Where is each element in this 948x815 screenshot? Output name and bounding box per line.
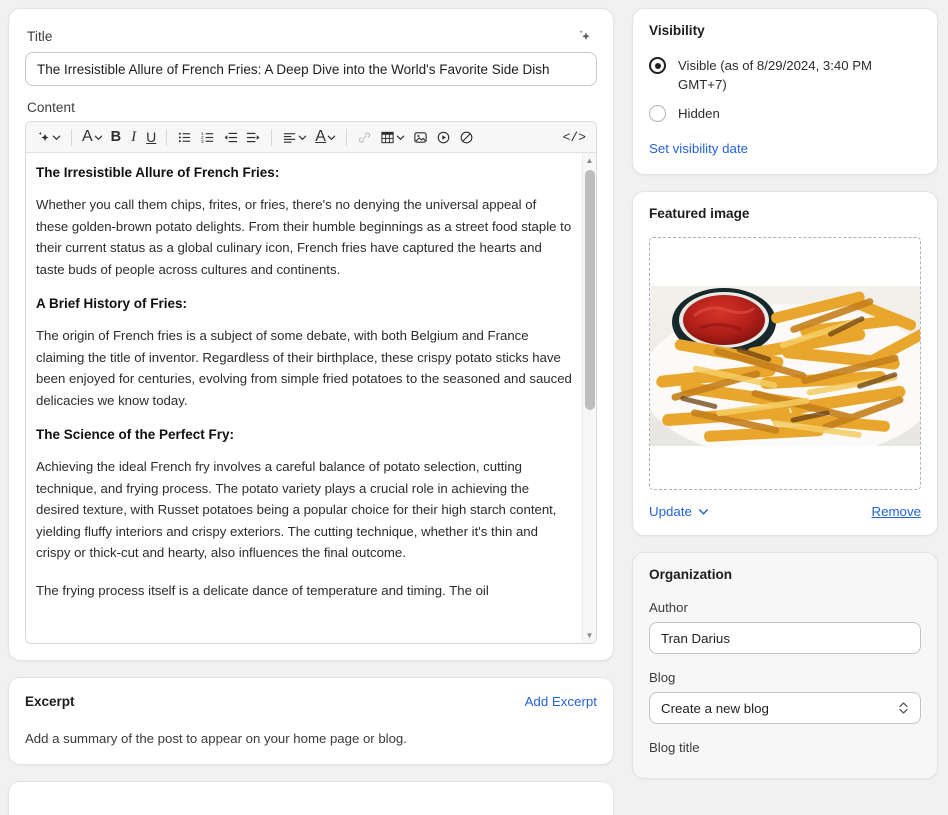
organization-title: Organization — [649, 567, 733, 582]
featured-image-actions: Update Remove — [649, 504, 921, 519]
editor-card: Title Content — [8, 8, 614, 661]
visibility-panel: Visibility Visible (as of 8/29/2024, 3:4… — [632, 8, 938, 175]
visibility-option-hidden[interactable]: Hidden — [649, 104, 921, 123]
source-code-button[interactable]: </> — [559, 125, 590, 149]
clear-format-icon[interactable] — [455, 125, 478, 149]
image-icon[interactable] — [409, 125, 432, 149]
author-label: Author — [649, 600, 688, 615]
content-paragraph: The origin of French fries is a subject … — [36, 328, 572, 408]
chevron-down-icon — [698, 509, 708, 515]
content-heading: The Science of the Perfect Fry: — [36, 427, 235, 442]
stepper-icon — [898, 700, 909, 716]
underline-label: U — [146, 129, 157, 145]
toolbar-separator — [166, 128, 168, 146]
table-icon[interactable] — [376, 125, 409, 149]
toolbar-separator — [71, 128, 72, 146]
add-excerpt-link[interactable]: Add Excerpt — [525, 694, 597, 709]
svg-text:3: 3 — [201, 138, 204, 143]
content-paragraph: Whether you call them chips, frites, or … — [36, 197, 572, 277]
content-body[interactable]: The Irresistible Allure of French Fries:… — [26, 153, 596, 643]
featured-image-thumbnail — [650, 286, 920, 446]
text-color-label: A — [315, 128, 326, 145]
radio-hidden[interactable] — [649, 105, 666, 122]
title-input[interactable] — [25, 52, 597, 86]
outdent-icon[interactable] — [219, 125, 242, 149]
scroll-up-arrow[interactable]: ▲ — [583, 154, 596, 167]
bulleted-list-icon[interactable] — [173, 125, 196, 149]
organization-panel: Organization Author Blog Create a new bl… — [632, 552, 938, 779]
excerpt-title: Excerpt — [25, 694, 75, 709]
author-field[interactable] — [649, 622, 921, 654]
visibility-hidden-label: Hidden — [678, 106, 720, 121]
blog-label: Blog — [649, 670, 676, 685]
content-paragraph: Achieving the ideal French fry involves … — [36, 459, 557, 560]
underline-button[interactable]: U — [142, 125, 160, 149]
title-row: Title — [25, 23, 597, 52]
content-heading: The Irresistible Allure of French Fries: — [36, 165, 280, 180]
post-editor-page: Title Content — [0, 0, 948, 815]
remove-image-link[interactable]: Remove — [871, 504, 921, 519]
radio-visible[interactable] — [649, 57, 666, 74]
content-scrollbar[interactable]: ▲ ▼ — [582, 153, 596, 643]
bold-button[interactable]: B — [107, 125, 125, 149]
sparkle-icon[interactable] — [573, 25, 595, 47]
featured-image-panel: Featured image Update Remove — [632, 191, 938, 536]
title-label: Title — [27, 29, 53, 44]
visibility-title: Visibility — [649, 23, 705, 38]
indent-icon[interactable] — [242, 125, 265, 149]
next-section-card — [8, 781, 614, 815]
featured-image-dropzone[interactable] — [649, 237, 921, 490]
right-column: Visibility Visible (as of 8/29/2024, 3:4… — [632, 8, 938, 815]
editor-toolbar: A B I U 1 2 3 A </> — [26, 122, 596, 153]
link-icon[interactable] — [353, 125, 376, 149]
blog-select[interactable]: Create a new blog — [649, 692, 921, 724]
italic-label: I — [131, 128, 137, 145]
set-visibility-date-link[interactable]: Set visibility date — [649, 141, 748, 156]
font-style-label: A — [82, 128, 93, 145]
video-icon[interactable] — [432, 125, 455, 149]
content-heading: A Brief History of Fries: — [36, 296, 188, 311]
featured-image-title: Featured image — [649, 206, 750, 221]
bold-label: B — [110, 128, 122, 145]
excerpt-help-text: Add a summary of the post to appear on y… — [25, 731, 407, 746]
rich-text-editor: A B I U 1 2 3 A </> The Irresistible All… — [25, 121, 597, 644]
toolbar-separator — [271, 128, 273, 146]
visibility-visible-label: Visible (as of 8/29/2024, 3:40 PM GMT+7) — [678, 58, 873, 92]
align-left-icon[interactable] — [278, 125, 311, 149]
blog-title-label: Blog title — [649, 740, 700, 755]
visibility-option-visible[interactable]: Visible (as of 8/29/2024, 3:40 PM GMT+7) — [649, 56, 921, 94]
panel-spacer — [632, 536, 938, 552]
content-label: Content — [27, 100, 75, 115]
scrollbar-thumb[interactable] — [585, 170, 595, 410]
ai-tools-button[interactable] — [32, 125, 65, 149]
content-scroll-area[interactable]: The Irresistible Allure of French Fries:… — [26, 153, 596, 643]
update-image-button[interactable]: Update — [649, 504, 709, 519]
numbered-list-icon[interactable]: 1 2 3 — [196, 125, 219, 149]
toolbar-separator — [345, 128, 347, 146]
italic-button[interactable]: I — [125, 125, 142, 149]
left-column: Title Content — [8, 8, 614, 815]
panel-spacer — [632, 175, 938, 191]
font-style-button[interactable]: A — [78, 125, 107, 149]
content-paragraph: The frying process itself is a delicate … — [36, 582, 489, 598]
excerpt-card: Excerpt Add Excerpt Add a summary of the… — [8, 677, 614, 765]
scroll-down-arrow[interactable]: ▼ — [583, 629, 596, 642]
update-image-label: Update — [649, 504, 692, 519]
excerpt-header: Excerpt Add Excerpt — [25, 694, 597, 709]
blog-select-value: Create a new blog — [661, 700, 769, 716]
text-color-button[interactable]: A — [311, 125, 340, 149]
source-code-label: </> — [562, 129, 586, 145]
